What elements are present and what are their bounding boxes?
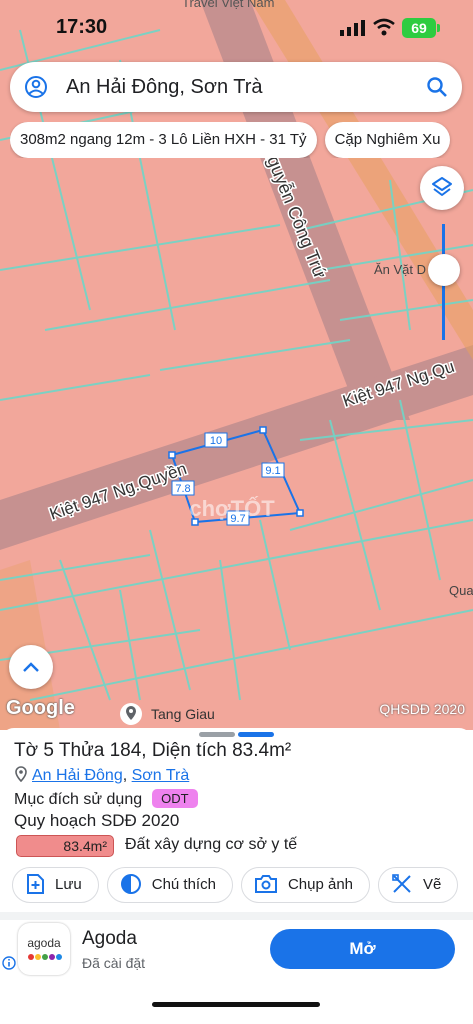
- search-bar[interactable]: An Hải Đông, Sơn Trà: [10, 62, 462, 112]
- chip-listing-2[interactable]: Cặp Nghiêm Xu: [324, 122, 451, 158]
- ad-info-icon[interactable]: [2, 956, 16, 970]
- save-button[interactable]: Lưu: [12, 867, 99, 903]
- save-plus-icon: [27, 873, 44, 894]
- agoda-dots-icon: [28, 954, 62, 960]
- dim-left: 7.8: [175, 483, 190, 495]
- app-ad-banner[interactable]: agoda Agoda Đã cài đặt Mở: [0, 920, 473, 1024]
- ruler-icon: [392, 873, 411, 893]
- search-query[interactable]: An Hải Đông, Sơn Trà: [66, 76, 263, 99]
- battery-indicator: 69: [402, 18, 436, 38]
- cellular-signal-icon: [340, 20, 365, 36]
- layers-icon: [432, 177, 452, 196]
- map-layer-source: QHSDĐ 2020: [379, 701, 465, 717]
- place-pin-icon[interactable]: [119, 702, 143, 730]
- opacity-slider-knob[interactable]: [428, 254, 460, 286]
- google-logo: Google: [6, 697, 75, 719]
- legend-button[interactable]: Chú thích: [106, 867, 233, 903]
- purpose-label: Mục đích sử dụng: [14, 791, 143, 808]
- dim-top: 10: [210, 435, 222, 447]
- layers-button[interactable]: [420, 166, 464, 210]
- section-divider: [0, 912, 473, 920]
- sheet-handle[interactable]: [199, 732, 235, 737]
- poi-qua: Qua: [449, 583, 473, 598]
- poi-tang-giau[interactable]: Tang Giau: [151, 706, 215, 722]
- ad-open-button[interactable]: Mở: [270, 929, 455, 969]
- purpose-code-badge: ODT: [152, 789, 198, 808]
- expand-up-button[interactable]: [9, 645, 53, 689]
- agoda-logo-text: agoda: [27, 936, 61, 950]
- district-link[interactable]: Sơn Trà: [132, 767, 190, 784]
- status-bar: 17:30 69: [0, 0, 473, 56]
- home-indicator[interactable]: [152, 1002, 320, 1007]
- parcel-location: An Hải Đông, Sơn Trà: [14, 766, 189, 785]
- battery-tip: [437, 24, 440, 32]
- chip-listing-1[interactable]: 308m2 ngang 12m - 3 Lô Liền HXH - 31 Tỷ: [10, 122, 317, 158]
- save-label: Lưu: [55, 876, 82, 893]
- parcel-info-sheet: Tờ 5 Thửa 184, Diện tích 83.4m² An Hải Đ…: [0, 728, 473, 1024]
- draw-label: Vẽ: [423, 876, 442, 893]
- search-icon[interactable]: [426, 76, 448, 98]
- sheet-handle-active[interactable]: [238, 732, 274, 737]
- plan-title: Quy hoạch SDĐ 2020: [14, 811, 180, 830]
- capture-button[interactable]: Chụp ảnh: [240, 867, 371, 903]
- ad-app-name: Agoda: [82, 928, 137, 949]
- action-buttons: Lưu Chú thích Chụp ảnh Vẽ: [12, 867, 473, 905]
- agoda-logo[interactable]: agoda: [18, 923, 70, 975]
- chevron-up-icon: [23, 662, 39, 672]
- land-use-purpose: Mục đích sử dụng ODT: [14, 789, 198, 809]
- chotot-watermark: chợTỐT: [189, 495, 275, 521]
- parcel-title: Tờ 5 Thửa 184, Diện tích 83.4m²: [14, 740, 292, 761]
- camera-icon: [254, 874, 277, 893]
- account-icon[interactable]: [24, 75, 48, 99]
- location-separator: ,: [122, 767, 128, 784]
- capture-label: Chụp ảnh: [287, 876, 354, 893]
- plan-area-swatch: 83.4m²: [16, 835, 114, 857]
- draw-button[interactable]: Vẽ: [378, 867, 459, 903]
- poi-an-vat: Ăn Vặt D: [374, 262, 426, 277]
- legend-icon: [120, 873, 141, 894]
- wifi-icon: [373, 18, 395, 36]
- ward-link[interactable]: An Hải Đông: [32, 767, 123, 784]
- legend-label: Chú thích: [151, 876, 216, 893]
- status-time: 17:30: [56, 16, 108, 38]
- dim-right: 9.1: [265, 465, 280, 477]
- suggestion-chips: 308m2 ngang 12m - 3 Lô Liền HXH - 31 Tỷ C…: [10, 122, 473, 158]
- location-pin-icon: [15, 766, 27, 783]
- ad-app-status: Đã cài đặt: [82, 955, 146, 971]
- plan-description: Đất xây dựng cơ sở y tế: [125, 836, 298, 853]
- map-view[interactable]: 10 9.1 7.8 9.7 Nguyễn Công Trứ Kiệt 947 …: [0, 0, 473, 730]
